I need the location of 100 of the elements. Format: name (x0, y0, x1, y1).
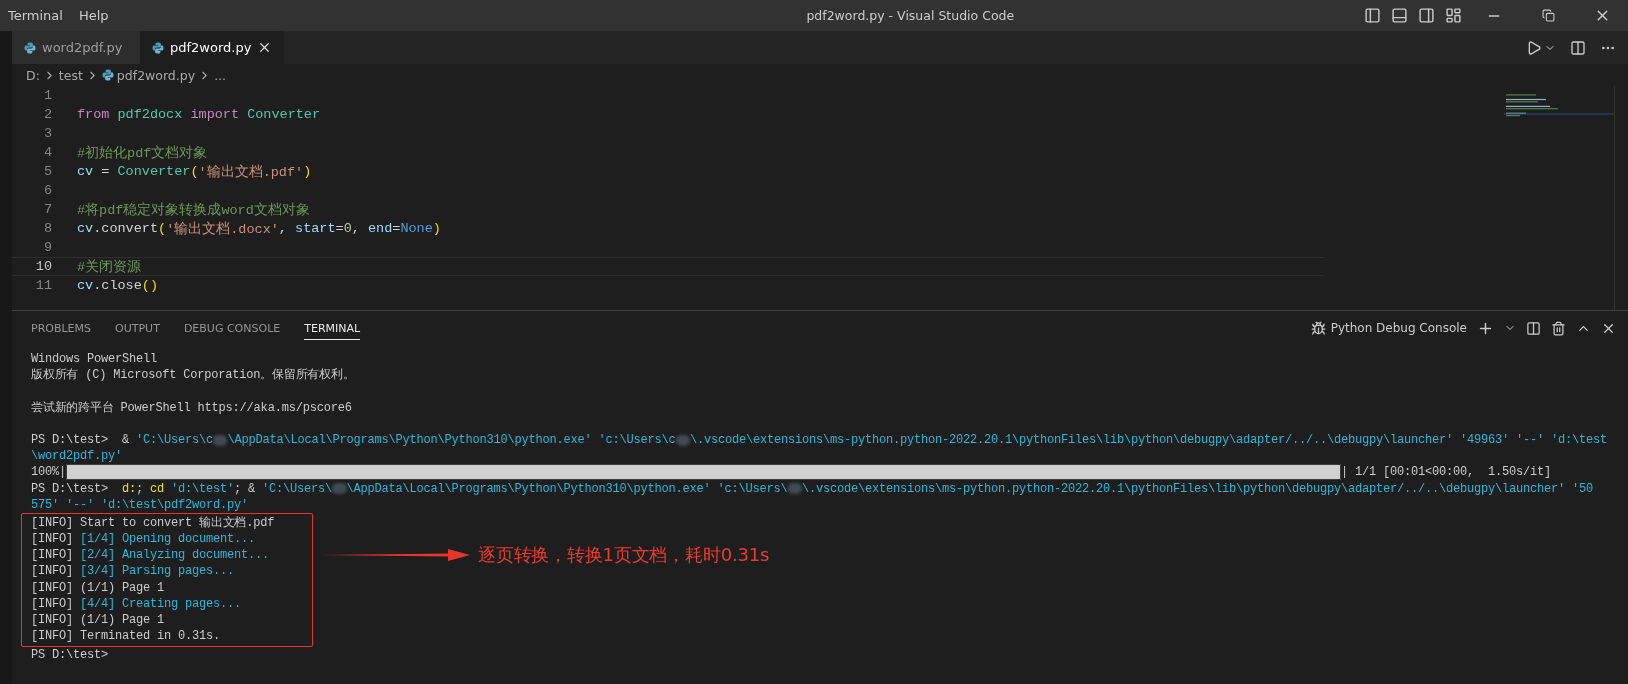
code-token: cv (77, 221, 94, 236)
panel-tab[interactable]: TERMINAL (304, 316, 361, 340)
code-token: = (335, 221, 344, 236)
code-token: , (351, 221, 361, 236)
run-icon[interactable] (1526, 39, 1542, 56)
terminal-text: [INFO] (1/1) Page 1 (31, 612, 165, 629)
code-token: ) (303, 164, 312, 179)
code-token: = (392, 221, 401, 236)
code-token: 0 (343, 221, 352, 236)
panel-tab[interactable]: OUTPUT (115, 316, 160, 340)
bug-icon (1310, 320, 1326, 336)
code-token: .convert (93, 221, 158, 236)
code-token: Converter (117, 164, 191, 179)
code-token: cv (77, 278, 94, 293)
split-terminal-icon[interactable] (1526, 320, 1541, 336)
editor-tab[interactable]: word2pdf.py (12, 31, 140, 64)
line-number: 8 (42, 221, 52, 236)
line-number: 11 (34, 278, 52, 293)
trash-icon[interactable] (1551, 320, 1566, 336)
code-token: from (77, 107, 110, 122)
terminal-text: cd (150, 480, 165, 497)
split-editor-icon[interactable] (1570, 39, 1586, 56)
panel-tab[interactable]: DEBUG CONSOLE (183, 316, 281, 340)
python-file-icon (24, 41, 36, 54)
line-number: 4 (42, 145, 52, 160)
toggle-secondary-sidebar-icon[interactable] (1418, 7, 1435, 24)
terminal-text: [3/4] Parsing pages... (80, 563, 235, 580)
terminal-text: 'C:\Users\c (136, 431, 214, 449)
terminal-text: Windows PowerShell (31, 351, 158, 368)
terminal-text: ; & (234, 480, 257, 497)
code-token: ( (158, 221, 167, 236)
terminal-text: \.vscode\extensions\ms-python.python-2022.20.1\pythonFiles\lib\python\debugpy\adapter/../..\debugpy\launcher' '49963' '--' 'd:\test (689, 431, 1608, 449)
terminal-text: 'C:\Users\ (262, 480, 333, 497)
terminal-text: [INFO] Start to convert 输出文档.pdf (31, 514, 275, 532)
code-token: #初始化pdf文档对象 (77, 144, 208, 162)
line-number: 1 (42, 88, 52, 103)
terminal-text: 575' '--' 'd:\test\pdf2word.py' (31, 496, 249, 513)
code-token: .close (93, 278, 142, 293)
terminal-text: 尝试新的跨平台 PowerShell https://aka.ms/pscore6 (31, 399, 352, 416)
terminal-text: PS D:\test> (31, 647, 108, 664)
terminal-text: PS D:\test> & (31, 431, 131, 449)
code-token: '输出文档.docx' (166, 220, 279, 238)
editor-tab[interactable]: pdf2word.py (140, 31, 285, 64)
redacted-mark (332, 483, 347, 495)
code-token: Converter (246, 107, 321, 122)
window-title: pdf2word.py - Visual Studio Code (805, 8, 1016, 23)
toggle-sidebar-icon[interactable] (1364, 7, 1381, 24)
code-token: () (141, 278, 158, 293)
terminal-text: PS D:\test> (31, 480, 109, 497)
terminal-line: | 1/1 [00:01<00:00, 1.50s/it] (1341, 464, 1552, 481)
terminal-profile[interactable]: Python Debug Console (1330, 321, 1467, 335)
redacted-mark (213, 434, 228, 446)
terminal-text: [INFO] (1/1) Page 1 (31, 579, 165, 596)
python-file-icon (152, 41, 164, 54)
code-token: #关闭资源 (77, 258, 142, 276)
redacted-mark (675, 434, 690, 446)
terminal-text: 版权所有 (C) Microsoft Corporation。保留所有权利。 (31, 367, 355, 384)
terminal-text: [4/4] Creating pages... (80, 595, 242, 612)
terminal-text: \AppData\Local\Programs\Python\Python310\python.exe' 'c:\Users\ (346, 480, 788, 497)
line-number: 2 (42, 107, 52, 122)
line-number: 7 (42, 202, 52, 217)
line-number: 9 (42, 240, 52, 255)
terminal-text: ; (136, 480, 145, 497)
terminal-text: \word2pdf.py' (31, 448, 122, 465)
code-token: ) (432, 221, 441, 236)
toggle-panel-icon[interactable] (1391, 7, 1408, 24)
code-token: '输出文档.pdf' (198, 163, 304, 181)
menu-item[interactable]: Help (70, 8, 117, 23)
code-token: #将pdf稳定对象转换成word文档对象 (77, 201, 310, 219)
code-token: ( (190, 164, 199, 179)
terminal-text: \AppData\Local\Programs\Python\Python310\python.exe' 'c:\Users\c (227, 431, 676, 449)
terminal-text: \.vscode\extensions\ms-python.python-2022.20.1\pythonFiles\lib\python\debugpy\adapter/../..\debugpy\launcher' '50 (801, 480, 1594, 497)
line-number: 6 (42, 183, 52, 198)
terminal-line: 100%| (31, 464, 66, 481)
code-token: pdf2docx (116, 107, 183, 122)
terminal-text: [INFO] Terminated in 0.31s. (31, 628, 221, 645)
menu-item[interactable]: Terminal (0, 8, 71, 23)
layout-icon[interactable] (1445, 7, 1462, 24)
line-number: 10 (34, 259, 52, 274)
breadcrumb-item[interactable]: test (58, 67, 83, 83)
line-number: 3 (42, 126, 52, 141)
terminal-text: [INFO] (31, 531, 74, 548)
terminal-text: [INFO] (31, 563, 74, 580)
breadcrumb-item[interactable]: pdf2word.py (116, 67, 196, 83)
code-token: end (368, 221, 393, 236)
panel-tab[interactable]: PROBLEMS (31, 316, 92, 340)
breadcrumb-item[interactable]: D: (26, 67, 40, 83)
breadcrumb-item[interactable]: ... (214, 67, 227, 83)
redacted-mark (787, 483, 802, 495)
terminal-text: [1/4] Opening document... (80, 531, 256, 548)
terminal-text: [INFO] (31, 547, 74, 564)
code-token: start (295, 221, 336, 236)
restore-icon[interactable] (1541, 9, 1555, 22)
code-token: None (400, 221, 433, 236)
terminal-text: [INFO] (31, 595, 74, 612)
code-token: = (100, 164, 111, 179)
terminal-text: d: (122, 480, 137, 497)
code-token: cv (77, 164, 94, 179)
terminal-text: [2/4] Analyzing document... (80, 547, 270, 564)
code-token: import (189, 107, 240, 122)
